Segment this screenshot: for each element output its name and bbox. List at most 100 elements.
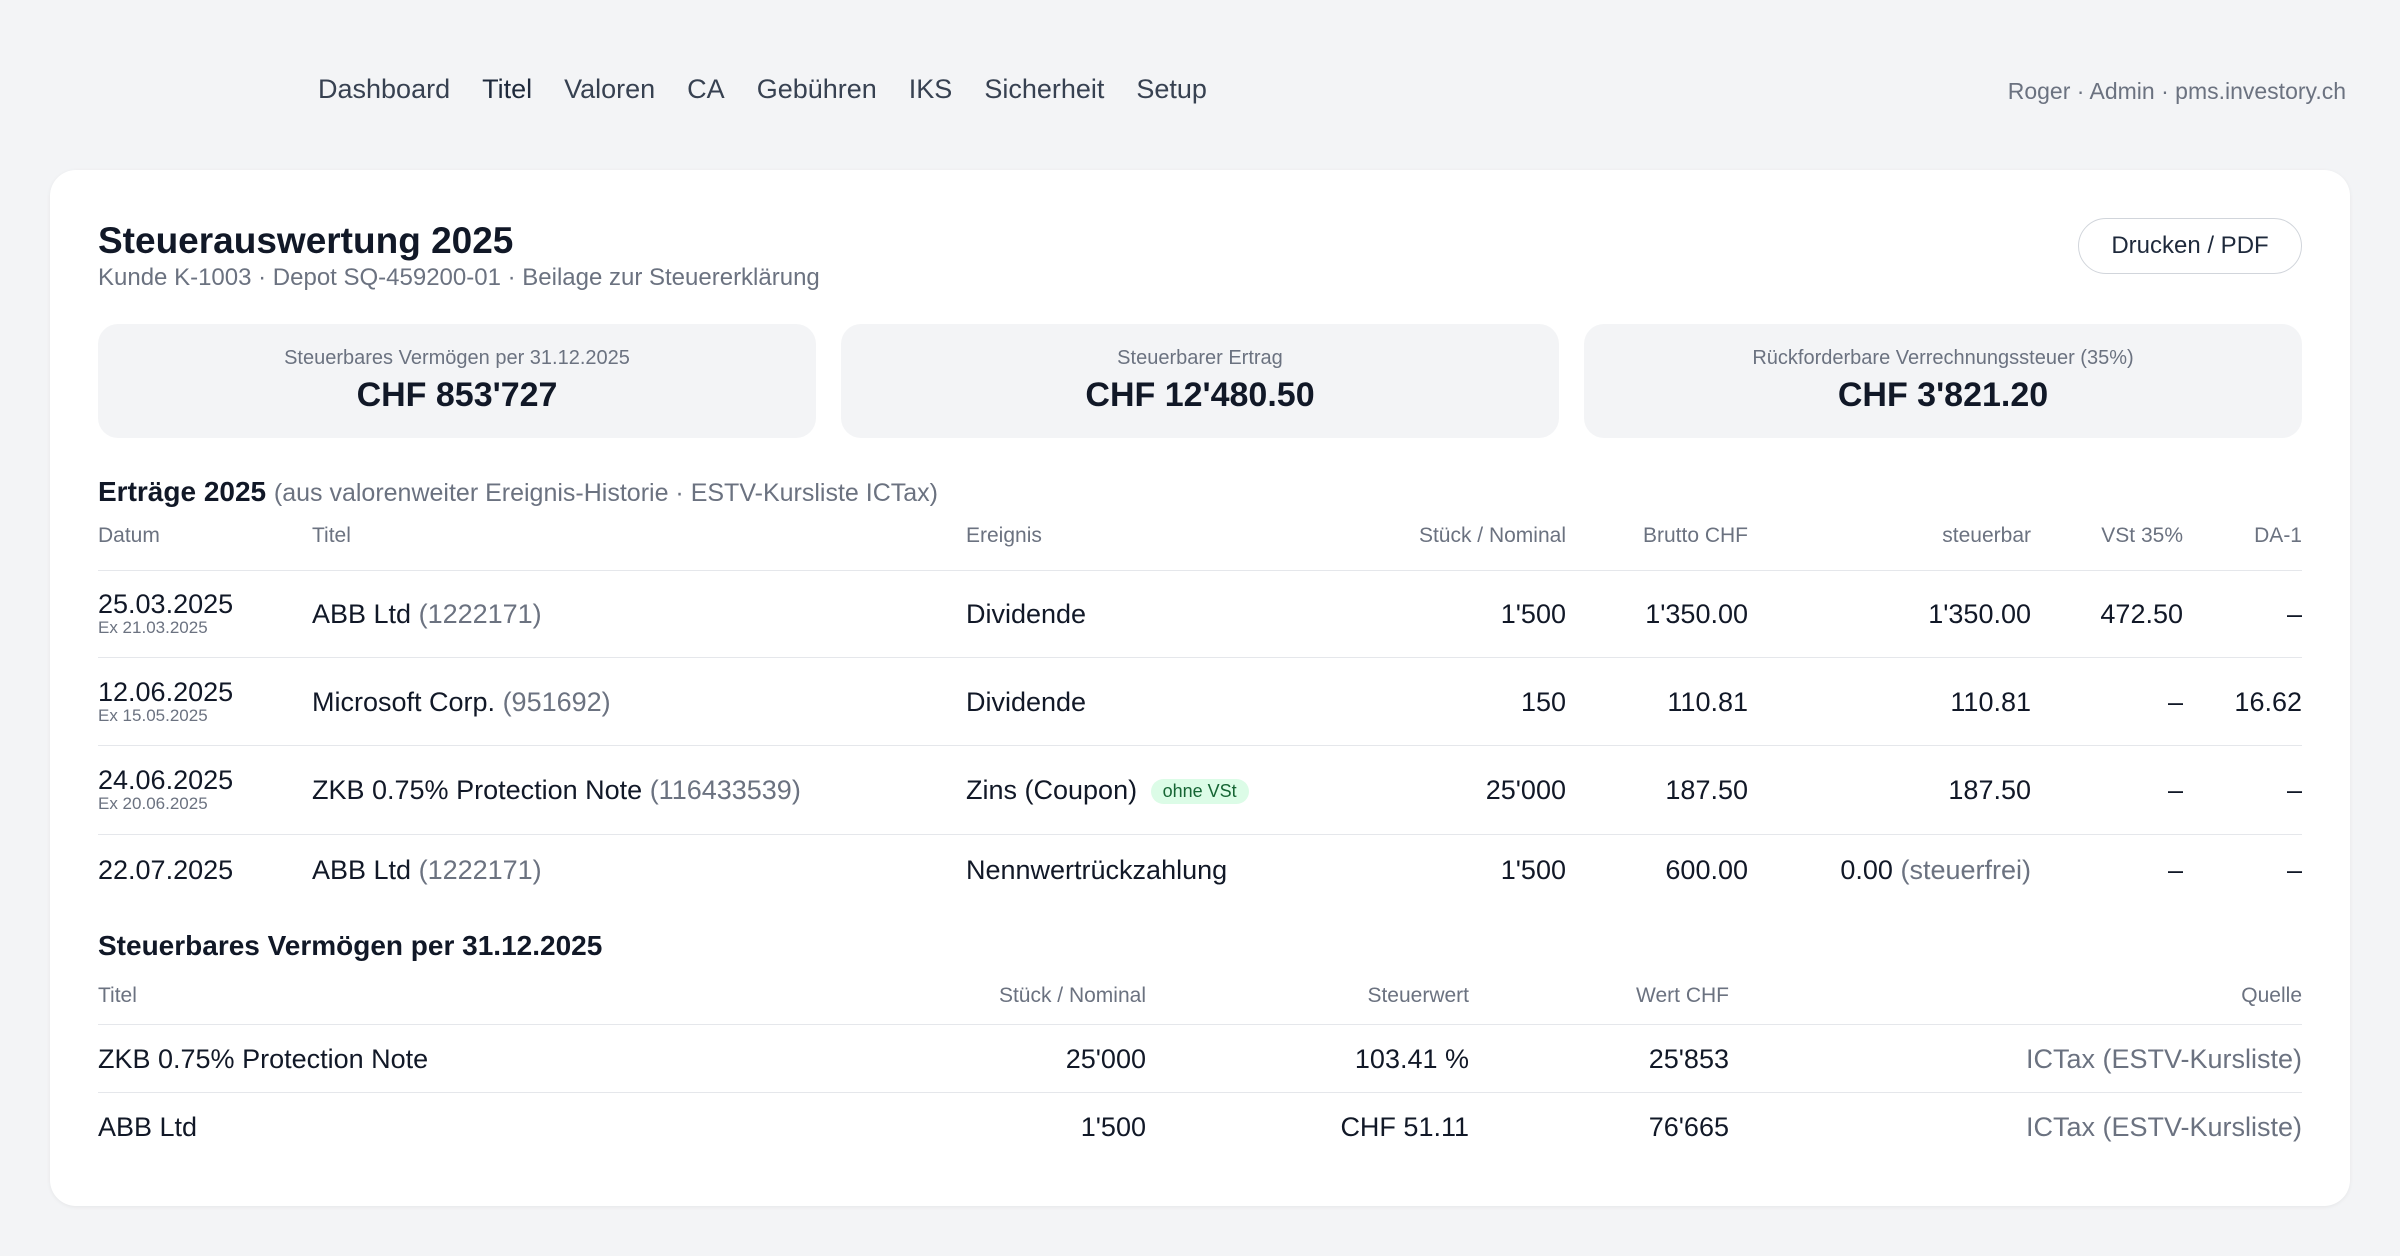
kpi-taxable-income: Steuerbarer Ertrag CHF 12'480.50: [841, 324, 1559, 438]
row-taxvalue: 103.41 %: [1354, 1044, 1469, 1074]
row-vst: 472.50: [2100, 599, 2183, 629]
row-ex-date: Ex 21.03.2025: [98, 618, 208, 637]
nav-item-iks[interactable]: IKS: [909, 74, 953, 105]
row-date-value: 25.03.2025: [98, 589, 234, 619]
row-qty: 1'500: [1500, 599, 1566, 629]
nav-item-sicherheit[interactable]: Sicherheit: [984, 74, 1104, 105]
row-source: ICTax (ESTV-Kursliste): [2025, 1112, 2302, 1142]
row-qty: 1'500: [1500, 855, 1566, 885]
table-header: Titel Stück / Nominal Steuerwert Wert CH…: [98, 980, 2302, 1025]
page-subtitle: Kunde K-1003 · Depot SQ-459200-01 · Beil…: [98, 264, 820, 291]
no-withholding-badge: ohne VSt: [1150, 779, 1249, 805]
row-title-valor: (1222171): [418, 855, 542, 885]
row-ex-date: Ex 20.06.2025: [98, 794, 208, 813]
nav-item-dashboard[interactable]: Dashboard: [318, 74, 450, 105]
nav-item-ca[interactable]: CA: [687, 74, 725, 105]
row-date: 25.03.2025 Ex 21.03.2025: [98, 589, 233, 638]
kpi-value: CHF 12'480.50: [1085, 376, 1315, 414]
income-title: Erträge 2025: [98, 476, 267, 507]
row-vst: –: [2167, 687, 2183, 717]
row-ex-date: Ex 15.05.2025: [98, 706, 208, 725]
row-da1: 16.62: [2234, 687, 2302, 717]
row-date: 22.07.2025: [98, 855, 234, 885]
row-source: ICTax (ESTV-Kursliste): [2025, 1044, 2302, 1074]
row-title-valor: (1222171): [418, 599, 542, 629]
row-taxable: 110.81: [1950, 687, 2031, 717]
row-event: Dividende: [966, 687, 1087, 717]
row-taxvalue: CHF 51.11: [1340, 1112, 1469, 1142]
row-date: 24.06.2025 Ex 20.06.2025: [98, 765, 233, 814]
row-qty: 1'500: [1080, 1112, 1146, 1142]
col-header-qty: Stück / Nominal: [1418, 524, 1566, 547]
row-event: Dividende: [966, 599, 1087, 629]
table-row: ABB Ltd 1'500 CHF 51.11 76'665 ICTax (ES…: [98, 1093, 2302, 1160]
col-header-value: Wert CHF: [1636, 984, 1729, 1007]
col-header-title: Titel: [312, 524, 351, 547]
col-header-date: Datum: [98, 524, 160, 547]
income-note: (aus valorenweiter Ereignis-Historie · E…: [273, 479, 938, 507]
row-taxable-note: (steuerfrei): [1900, 855, 2031, 885]
kpi-row: Steuerbares Vermögen per 31.12.2025 CHF …: [98, 324, 2302, 438]
nav-item-titel[interactable]: Titel: [482, 74, 532, 105]
nav-item-setup[interactable]: Setup: [1136, 74, 1207, 105]
col-header-source: Quelle: [2241, 984, 2302, 1007]
col-header-title: Titel: [98, 984, 137, 1007]
row-taxable: 187.50: [1948, 775, 2031, 805]
table-row: 12.06.2025 Ex 15.05.2025 Microsoft Corp.…: [98, 658, 2302, 746]
table-row: 25.03.2025 Ex 21.03.2025 ABB Ltd (122217…: [98, 571, 2302, 658]
row-title: ABB Ltd (1222171): [312, 855, 542, 886]
col-header-da1: DA-1: [2254, 524, 2302, 547]
row-event: Nennwertrückzahlung: [966, 855, 1228, 885]
row-event-label: Zins (Coupon): [966, 775, 1138, 805]
table-row: 24.06.2025 Ex 20.06.2025 ZKB 0.75% Prote…: [98, 746, 2302, 835]
row-title-name: ABB Ltd: [312, 855, 412, 885]
table-row: 22.07.2025 ABB Ltd (1222171) Nennwertrüc…: [98, 835, 2302, 905]
row-title-name: Microsoft Corp.: [312, 687, 496, 717]
row-title-name: ZKB 0.75% Protection Note: [312, 775, 643, 805]
col-header-qty: Stück / Nominal: [998, 984, 1146, 1007]
kpi-value: CHF 853'727: [356, 376, 558, 414]
print-pdf-button[interactable]: Drucken / PDF: [2078, 218, 2302, 274]
row-value: 76'665: [1648, 1112, 1729, 1142]
row-qty: 150: [1520, 687, 1566, 717]
wealth-table: Titel Stück / Nominal Steuerwert Wert CH…: [98, 980, 2302, 1160]
row-qty: 25'000: [1485, 775, 1566, 805]
row-gross: 600.00: [1665, 855, 1748, 885]
row-taxable: 1'350.00: [1928, 599, 2031, 629]
kpi-taxable-wealth: Steuerbares Vermögen per 31.12.2025 CHF …: [98, 324, 816, 438]
row-vst: –: [2167, 775, 2183, 805]
row-da1: –: [2286, 599, 2302, 629]
row-title: ZKB 0.75% Protection Note: [98, 1044, 429, 1074]
row-title: ZKB 0.75% Protection Note (116433539): [312, 775, 801, 806]
row-date-value: 12.06.2025: [98, 677, 234, 707]
row-taxable-value: 0.00: [1840, 855, 1893, 885]
nav-item-valoren[interactable]: Valoren: [564, 74, 655, 105]
page-title: Steuerauswertung 2025: [98, 220, 514, 261]
row-event: Zins (Coupon) ohne VSt: [966, 775, 1249, 806]
row-gross: 110.81: [1667, 687, 1748, 717]
wealth-section-title: Steuerbares Vermögen per 31.12.2025: [98, 930, 603, 961]
col-header-taxable: steuerbar: [1942, 524, 2031, 547]
row-qty: 25'000: [1065, 1044, 1146, 1074]
row-title: ABB Ltd: [98, 1112, 198, 1142]
row-title-valor: (116433539): [649, 775, 801, 805]
row-gross: 1'350.00: [1645, 599, 1748, 629]
col-header-gross: Brutto CHF: [1642, 524, 1748, 547]
kpi-value: CHF 3'821.20: [1837, 376, 2049, 414]
row-da1: –: [2286, 855, 2302, 885]
report-card: Steuerauswertung 2025 Kunde K-1003 · Dep…: [50, 170, 2350, 1206]
user-info: Roger · Admin · pms.investory.ch: [2007, 78, 2346, 104]
row-vst: –: [2167, 855, 2183, 885]
row-title: ABB Ltd (1222171): [312, 599, 542, 630]
main-nav: Dashboard Titel Valoren CA Gebühren IKS …: [318, 74, 1239, 105]
row-date: 12.06.2025 Ex 15.05.2025: [98, 677, 233, 726]
row-value: 25'853: [1648, 1044, 1729, 1074]
row-title: Microsoft Corp. (951692): [312, 687, 611, 718]
nav-item-gebuehren[interactable]: Gebühren: [757, 74, 877, 105]
row-da1: –: [2286, 775, 2302, 805]
table-header: Datum Titel Ereignis Stück / Nominal Bru…: [98, 524, 2302, 571]
row-title-name: ABB Ltd: [312, 599, 412, 629]
row-title-valor: (951692): [502, 687, 611, 717]
row-gross: 187.50: [1665, 775, 1748, 805]
kpi-label: Rückforderbare Verrechnungssteuer (35%): [1752, 347, 2134, 369]
